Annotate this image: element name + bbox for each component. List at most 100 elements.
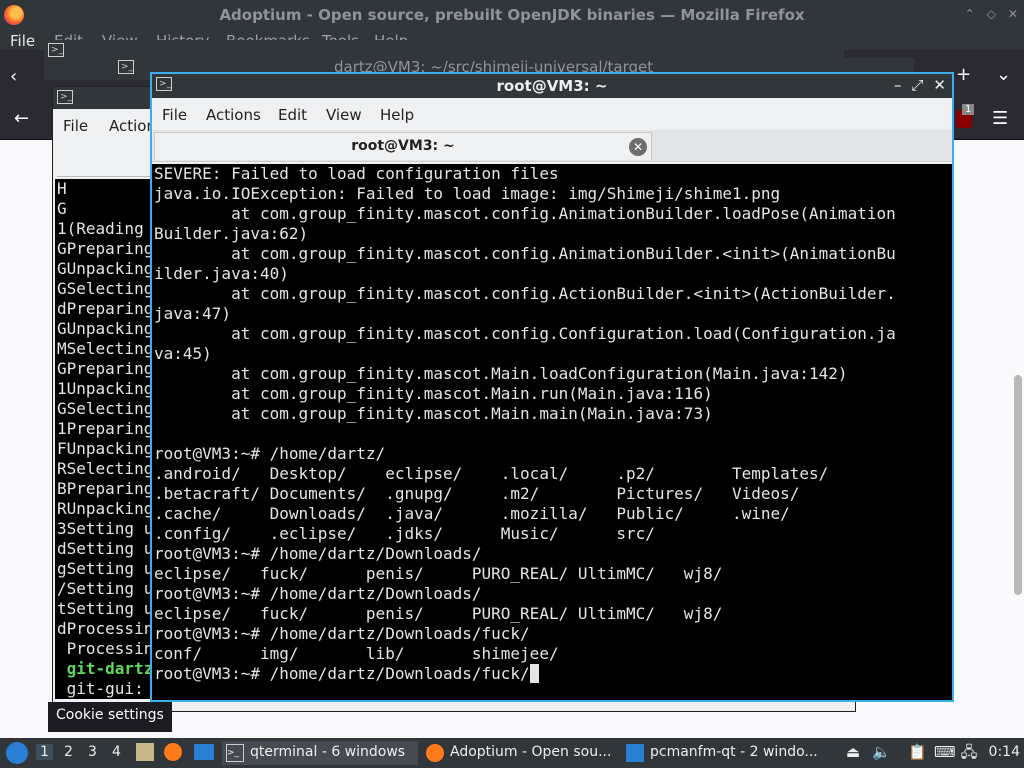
terminal-line: Builder.java:62) bbox=[154, 224, 309, 243]
clipboard-icon[interactable]: 📋 bbox=[908, 743, 927, 761]
terminal-line: GUnpacking bbox=[57, 259, 154, 278]
terminal-line: Processing bbox=[57, 639, 155, 658]
volume-icon[interactable]: 🔈 bbox=[872, 743, 891, 761]
terminal-line: MSelecting bbox=[57, 339, 154, 358]
close-icon[interactable]: ✕ bbox=[933, 76, 946, 94]
terminal-line: root@VM3:~# /home/dartz/ bbox=[154, 444, 386, 463]
terminal-line: at com.group_finity.mascot.config.Config… bbox=[154, 324, 896, 343]
terminal-line: RSelecting bbox=[57, 459, 154, 478]
menu-actions[interactable]: Actions bbox=[206, 106, 261, 124]
terminal-tabbar bbox=[57, 143, 153, 177]
firefox-titlebar: Adoptium - Open source, prebuilt OpenJDK… bbox=[0, 0, 1024, 30]
task-pcmanfm[interactable]: pcmanfm-qt - 2 windo... bbox=[622, 741, 818, 765]
terminal-line: GSelecting bbox=[57, 279, 154, 298]
terminal-line: java:47) bbox=[154, 304, 232, 323]
terminal-output[interactable]: SEVERE: Failed to load configuration fil… bbox=[152, 164, 952, 700]
close-tab-icon[interactable]: ✕ bbox=[629, 138, 647, 156]
desktop-3-button[interactable]: 3 bbox=[88, 744, 97, 760]
terminal-line: .betacraft/ Documents/ .gnupg/ .m2/ Pict… bbox=[154, 484, 800, 503]
terminal-line: at com.group_finity.mascot.config.Animat… bbox=[154, 244, 896, 263]
new-tab-icon[interactable]: + bbox=[956, 64, 971, 85]
terminal-line: dProcessing bbox=[57, 619, 155, 638]
terminal-line: va:45) bbox=[154, 344, 212, 363]
terminal-line: GSelecting bbox=[57, 399, 154, 418]
tab-label: root@VM3: ~ bbox=[351, 138, 455, 154]
terminal-line: .cache/ Downloads/ .java/ .mozilla/ Publ… bbox=[154, 504, 790, 523]
terminal-line: eclipse/ fuck/ penis/ PURO_REAL/ UltimMC… bbox=[154, 604, 723, 623]
terminal-line: H bbox=[57, 179, 67, 198]
terminal-cursor bbox=[529, 664, 540, 683]
terminal-line: gSetting up bbox=[57, 559, 155, 578]
terminal-line: FUnpacking bbox=[57, 439, 154, 458]
terminal-tabbar: root@VM3: ~ ✕ bbox=[152, 130, 952, 162]
desktop-4-button[interactable]: 4 bbox=[112, 744, 121, 760]
desktop-1-button[interactable]: 1 bbox=[36, 744, 53, 760]
minimize-icon[interactable]: ⌃ bbox=[965, 7, 975, 21]
terminal-line: tSetting up bbox=[57, 599, 155, 618]
firefox-window-controls: ⌃ ◇ ✕ bbox=[965, 7, 1018, 21]
start-menu-icon[interactable] bbox=[6, 742, 28, 764]
task-firefox[interactable]: Adoptium - Open sou... bbox=[422, 741, 618, 765]
menu-file[interactable]: File bbox=[162, 106, 187, 124]
terminal-line: /Setting up bbox=[57, 579, 155, 598]
terminal-line: G bbox=[57, 199, 67, 218]
terminal-line: at com.group_finity.mascot.config.Action… bbox=[154, 284, 896, 303]
chevron-down-icon[interactable]: ⌄ bbox=[996, 64, 1011, 85]
cookie-settings-button[interactable]: Cookie settings bbox=[48, 702, 172, 732]
keyboard-icon[interactable]: ⌨ bbox=[934, 743, 956, 761]
terminal-line: GPreparing bbox=[57, 359, 154, 378]
maximize-icon[interactable]: ◇ bbox=[987, 7, 996, 21]
folder-icon bbox=[626, 744, 644, 762]
hamburger-menu-icon[interactable]: ☰ bbox=[992, 108, 1008, 129]
terminal-line: root@VM3:~# /home/dartz/Downloads/fuck/ bbox=[154, 624, 530, 643]
terminal-line: 3Setting up bbox=[57, 519, 155, 538]
terminal-icon: >_ bbox=[57, 90, 73, 104]
eject-icon[interactable]: ⏏ bbox=[844, 743, 862, 761]
terminal-line: eclipse/ fuck/ penis/ PURO_REAL/ UltimMC… bbox=[154, 564, 723, 583]
show-desktop-icon[interactable] bbox=[194, 744, 214, 760]
terminal-output[interactable]: H G 1(Reading d GPreparing GUnpacking GSelect… bbox=[55, 179, 155, 699]
terminal-line: git-dartz@ bbox=[57, 659, 155, 678]
terminal-prompt-line: root@VM3:~# /home/dartz/Downloads/fuck/ bbox=[154, 664, 952, 684]
close-icon[interactable]: ✕ bbox=[1008, 7, 1018, 21]
terminal-line: GUnpacking bbox=[57, 319, 154, 338]
menu-edit[interactable]: Edit bbox=[278, 106, 307, 124]
terminal-line: root@VM3:~# /home/dartz/Downloads/ bbox=[154, 584, 482, 603]
terminal-window-root[interactable]: >_ root@VM3: ~ – ⤢ ✕ File Actions Edit V… bbox=[150, 72, 954, 702]
firefox-icon bbox=[426, 744, 444, 762]
page-scrollbar[interactable] bbox=[1014, 375, 1022, 595]
firefox-launcher-icon[interactable] bbox=[164, 743, 182, 761]
terminal-line: .android/ Desktop/ eclipse/ .local/ .p2/… bbox=[154, 464, 829, 483]
window-titlebar: >_ root@VM3: ~ – ⤢ ✕ bbox=[152, 74, 952, 98]
menu-view[interactable]: View bbox=[326, 106, 362, 124]
terminal-line: at com.group_finity.mascot.Main.run(Main… bbox=[154, 384, 713, 403]
terminal-line: 1Unpacking bbox=[57, 379, 154, 398]
tab-root[interactable]: root@VM3: ~ ✕ bbox=[154, 132, 652, 160]
menu-file[interactable]: File bbox=[63, 117, 88, 135]
firefox-window-title: Adoptium - Open source, prebuilt OpenJDK… bbox=[219, 6, 805, 24]
back-arrow-icon[interactable]: ← bbox=[14, 108, 29, 129]
terminal-line: dSetting up bbox=[57, 539, 155, 558]
terminal-line: conf/ img/ lib/ shimejee/ bbox=[154, 644, 559, 663]
file-manager-icon[interactable] bbox=[136, 743, 154, 761]
terminal-line: BPreparing bbox=[57, 479, 154, 498]
terminal-line: 1Preparing bbox=[57, 419, 154, 438]
terminal-line: git-gui: c bbox=[57, 679, 155, 698]
terminal-line: java.io.IOException: Failed to load imag… bbox=[154, 184, 781, 203]
desktop-2-button[interactable]: 2 bbox=[64, 744, 73, 760]
terminal-line: .config/ .eclipse/ .jdks/ Music/ src/ bbox=[154, 524, 655, 543]
chevron-left-icon[interactable]: ‹ bbox=[10, 66, 17, 87]
task-qterminal[interactable]: >_ qterminal - 6 windows bbox=[222, 741, 418, 765]
menu-file[interactable]: File bbox=[10, 32, 35, 50]
minimize-icon[interactable]: – bbox=[894, 76, 902, 94]
menu-help[interactable]: Help bbox=[380, 106, 414, 124]
terminal-line: ilder.java:40) bbox=[154, 264, 289, 283]
window-title: root@VM3: ~ bbox=[496, 77, 608, 95]
maximize-icon[interactable]: ⤢ bbox=[911, 76, 923, 94]
terminal-line: GPreparing bbox=[57, 239, 154, 258]
network-icon[interactable]: 🖧 bbox=[960, 743, 978, 761]
terminal-line: SEVERE: Failed to load configuration fil… bbox=[154, 164, 559, 183]
terminal-line: dPreparing bbox=[57, 299, 154, 318]
terminal-line: root@VM3:~# /home/dartz/Downloads/ bbox=[154, 544, 482, 563]
